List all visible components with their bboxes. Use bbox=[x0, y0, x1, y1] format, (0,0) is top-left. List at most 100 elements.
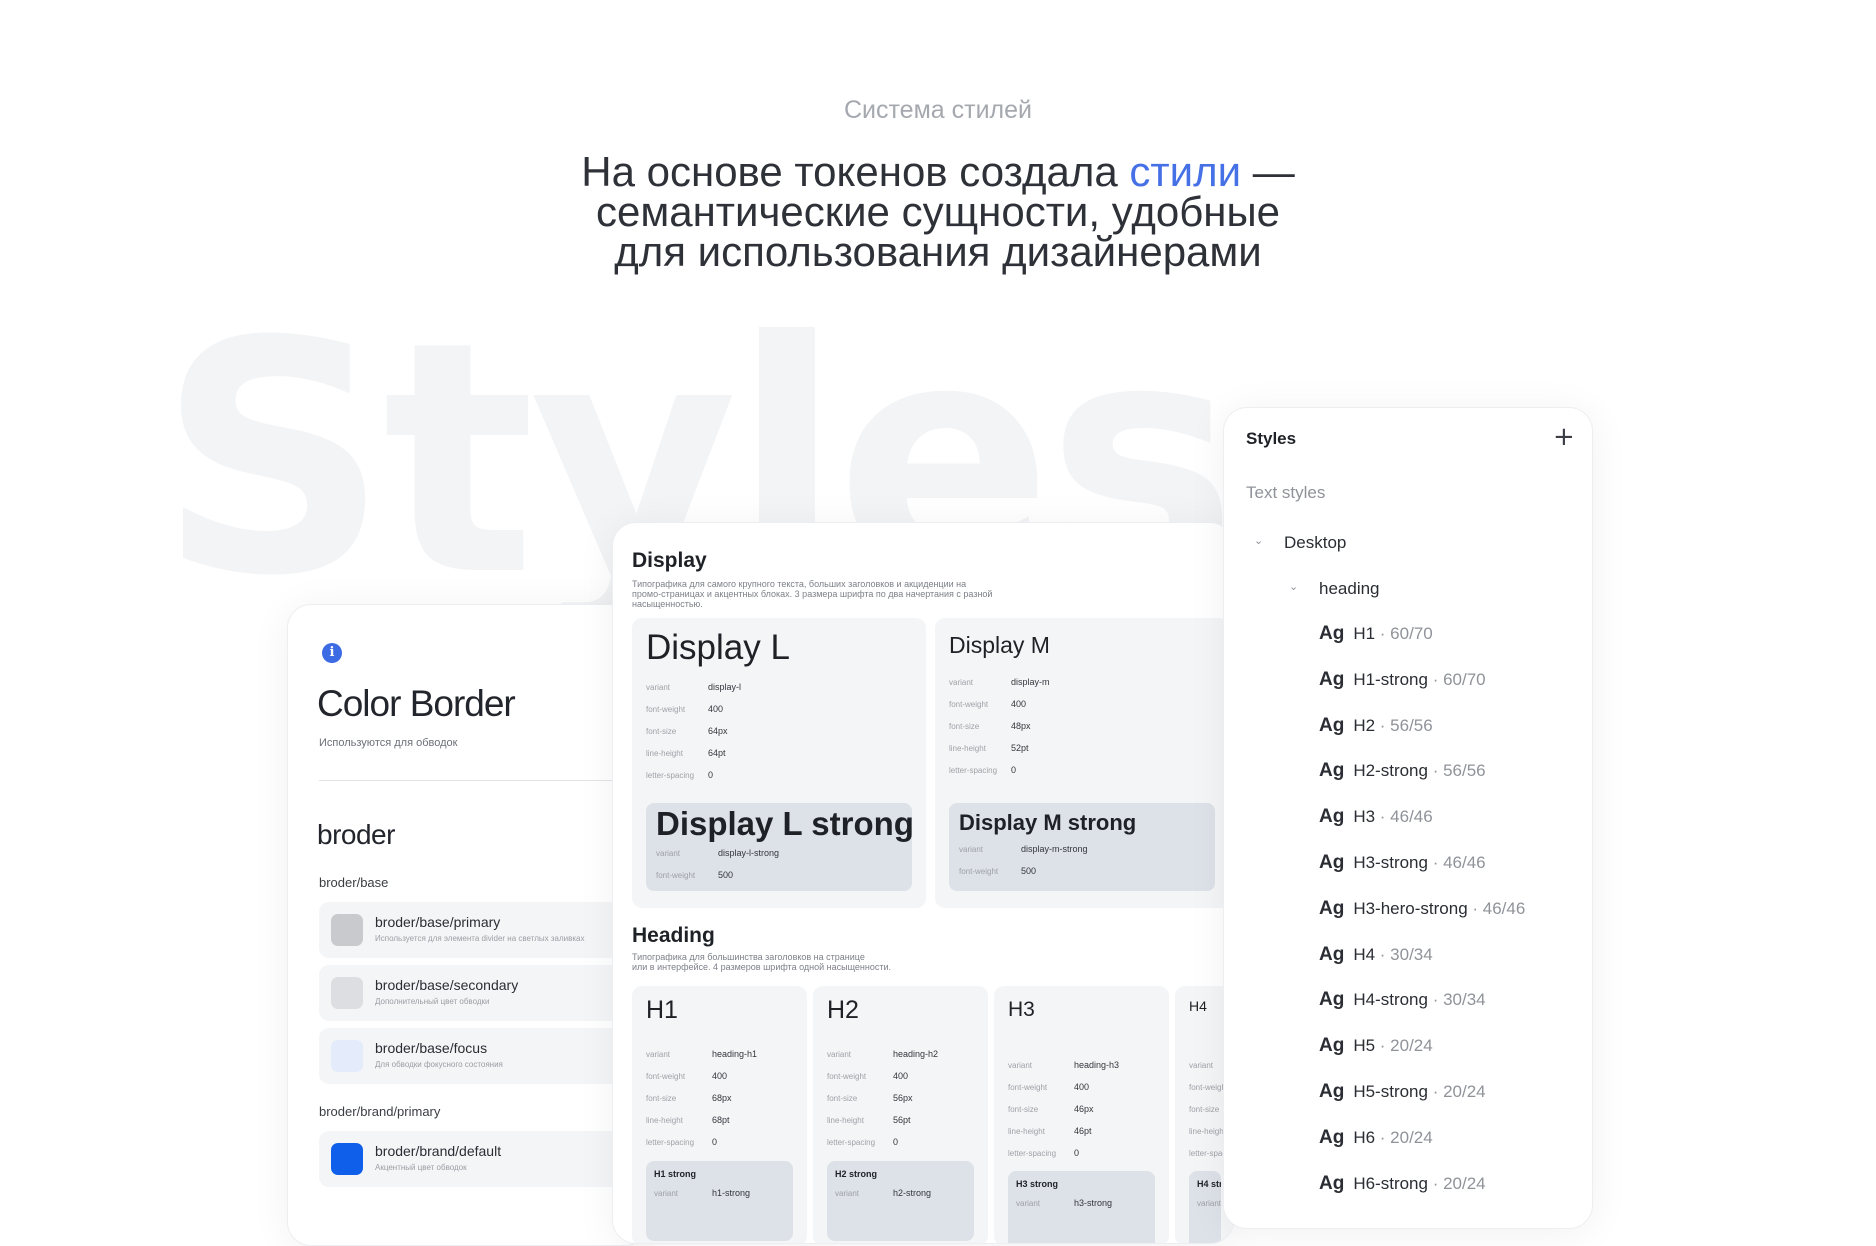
text-style-item[interactable]: Ag H3-hero-strong · 46/46 bbox=[1319, 898, 1525, 928]
style-name: H4 bbox=[1189, 998, 1207, 1014]
tree-group-heading[interactable]: heading bbox=[1319, 579, 1380, 599]
prop-label: variant bbox=[654, 1189, 679, 1198]
prop-label: font-weight bbox=[959, 867, 999, 876]
text-styles-label: Text styles bbox=[1246, 483, 1326, 502]
text-style-metrics: · 46/46 bbox=[1467, 898, 1526, 918]
heading-style-tile[interactable]: H3 variant heading-h3 font-weight 400 font-si… bbox=[994, 986, 1169, 1243]
tree-group-desktop[interactable]: Desktop bbox=[1284, 533, 1346, 553]
prop-value: 400 bbox=[712, 1071, 728, 1081]
desc-line: насыщенностью. bbox=[632, 599, 703, 609]
prop-label: letter-spacing bbox=[646, 771, 695, 780]
chevron-down-icon[interactable]: ⌄ bbox=[1254, 534, 1263, 547]
prop-value: 46px bbox=[1074, 1104, 1094, 1114]
prop-label: letter-spacing bbox=[827, 1138, 876, 1147]
color-token-row[interactable]: broder/base/focus Для обводки фокусного с… bbox=[319, 1028, 648, 1084]
text-style-item[interactable]: Ag H5 · 20/24 bbox=[1319, 1035, 1433, 1065]
text-style-item[interactable]: Ag H1 · 60/70 bbox=[1319, 623, 1433, 653]
text-style-name: H3-strong bbox=[1353, 853, 1428, 872]
prop-value: 56px bbox=[893, 1093, 913, 1103]
text-style-item[interactable]: Ag H6-strong · 20/24 bbox=[1319, 1173, 1486, 1203]
prop-label: font-weight bbox=[656, 871, 696, 880]
info-icon[interactable]: i bbox=[322, 643, 342, 663]
color-token-name: broder/brand/default bbox=[375, 1143, 502, 1159]
text-style-icon: Ag bbox=[1319, 1081, 1345, 1102]
color-token-row[interactable]: broder/base/secondary Дополнительный цвет… bbox=[319, 965, 648, 1021]
prop-value: 0 bbox=[712, 1137, 718, 1147]
text-style-item[interactable]: Ag H2-strong · 56/56 bbox=[1319, 760, 1486, 790]
text-style-metrics: · 20/24 bbox=[1375, 1127, 1433, 1147]
color-token-desc: Используется для элемента divider на све… bbox=[375, 934, 585, 943]
token-section-base: broder/base bbox=[319, 875, 389, 890]
text-style-metrics: · 30/34 bbox=[1427, 990, 1486, 1010]
add-style-icon[interactable]: + bbox=[1553, 422, 1575, 452]
style-name: Display L bbox=[646, 628, 790, 667]
text-style-item[interactable]: Ag H2 · 56/56 bbox=[1319, 715, 1433, 745]
text-style-item[interactable]: Ag H3-strong · 46/46 bbox=[1319, 852, 1486, 882]
color-swatch bbox=[331, 914, 363, 946]
text-style-item[interactable]: Ag H6 · 20/24 bbox=[1319, 1127, 1433, 1157]
prop-value: 46pt bbox=[1074, 1126, 1092, 1136]
text-style-name: H1-strong bbox=[1353, 669, 1428, 689]
text-style-item[interactable]: Ag H4-strong · 30/34 bbox=[1319, 989, 1486, 1019]
text-style-icon: Ag bbox=[1319, 1126, 1345, 1148]
heading-style-tile[interactable]: H2 variant heading-h2 font-weight 400 font-si… bbox=[813, 986, 988, 1243]
prop-value: 500 bbox=[1021, 866, 1037, 876]
text-style-metrics: · 60/70 bbox=[1427, 669, 1486, 689]
prop-value: 48px bbox=[1011, 721, 1031, 731]
prop-label: font-size bbox=[827, 1094, 858, 1103]
prop-label: letter-spacing bbox=[949, 766, 998, 775]
strong-variant-box: H1 strong variant h1-strong bbox=[646, 1161, 793, 1241]
color-token-desc: Для обводки фокусного состояния bbox=[375, 1060, 503, 1069]
chevron-down-icon[interactable]: ⌄ bbox=[1289, 580, 1298, 593]
prop-value: 400 bbox=[1074, 1082, 1090, 1092]
section-subtitle: Система стилей bbox=[843, 96, 1032, 124]
color-token-desc: Дополнительный цвет обводки bbox=[375, 997, 490, 1006]
text-style-item[interactable]: Ag H3 · 46/46 bbox=[1319, 806, 1433, 836]
prop-label: font-weight bbox=[646, 705, 686, 714]
prop-value: 400 bbox=[1011, 699, 1027, 709]
style-name: Display M bbox=[949, 632, 1050, 658]
text-style-item[interactable]: Ag H5-strong · 20/24 bbox=[1319, 1081, 1486, 1111]
color-token-row[interactable]: broder/base/primary Используется для элем… bbox=[319, 902, 648, 958]
display-style-tile[interactable]: Display L variant display-l font-weight 400 f… bbox=[632, 618, 926, 908]
text-style-name: H6 bbox=[1353, 1127, 1376, 1147]
style-name: H1 bbox=[646, 996, 678, 1024]
text-style-metrics: · 30/34 bbox=[1375, 944, 1433, 964]
text-style-metrics: · 60/70 bbox=[1375, 624, 1433, 643]
strong-variant-box: Display M strong variant display-m-strong f… bbox=[949, 803, 1215, 891]
prop-label: line-height bbox=[646, 1116, 683, 1125]
prop-label: line-height bbox=[827, 1116, 864, 1125]
text-style-item[interactable]: Ag H1-strong · 60/70 bbox=[1319, 669, 1486, 699]
color-token-row[interactable]: broder/brand/default Акцентный цвет обвод… bbox=[319, 1131, 648, 1187]
prop-label: variant bbox=[1008, 1061, 1033, 1070]
text-style-name: H3 bbox=[1353, 807, 1376, 827]
styles-panel: Styles + Text styles ⌄ Desktop ⌄ heading… bbox=[1223, 407, 1593, 1229]
prop-label: font-size bbox=[1008, 1105, 1039, 1114]
prop-label: font-size bbox=[646, 1094, 677, 1103]
prop-label: variant bbox=[959, 845, 984, 854]
prop-label: variant bbox=[1016, 1199, 1041, 1208]
color-border-subtitle: Используются для обводок bbox=[319, 737, 458, 749]
prop-label: variant bbox=[949, 678, 974, 687]
color-swatch bbox=[331, 977, 363, 1009]
color-token-name: broder/base/primary bbox=[375, 914, 501, 930]
text-style-icon: Ag bbox=[1319, 989, 1345, 1011]
text-style-metrics: · 46/46 bbox=[1427, 853, 1486, 872]
prop-label: line-height bbox=[1008, 1127, 1045, 1136]
text-style-metrics: · 46/46 bbox=[1375, 807, 1433, 827]
prop-label: variant bbox=[646, 683, 671, 692]
prop-label: variant bbox=[646, 1050, 671, 1059]
heading-description: Типографика для большинства заголовков н… bbox=[632, 952, 891, 972]
text-style-icon: Ag bbox=[1319, 714, 1345, 736]
prop-value: display-m-strong bbox=[1021, 844, 1088, 854]
text-style-item[interactable]: Ag H4 · 30/34 bbox=[1319, 944, 1433, 974]
heading-style-tile[interactable]: H1 variant heading-h1 font-weight 400 font-si… bbox=[632, 986, 807, 1243]
display-description: Типографика для самого крупного текста, … bbox=[632, 579, 992, 609]
prop-value: display-m bbox=[1011, 677, 1050, 687]
prop-label: line-height bbox=[1189, 1127, 1226, 1136]
prop-value: display-l-strong bbox=[718, 848, 780, 858]
desc-line: или в интерфейсе. 4 размеров шрифта одно… bbox=[632, 962, 891, 972]
strong-variant-box: H3 strong variant h3-strong bbox=[1008, 1171, 1155, 1243]
color-border-title: Color Border bbox=[317, 683, 516, 724]
display-style-tile[interactable]: Display M variant display-m font-weight 400 f… bbox=[935, 618, 1229, 908]
